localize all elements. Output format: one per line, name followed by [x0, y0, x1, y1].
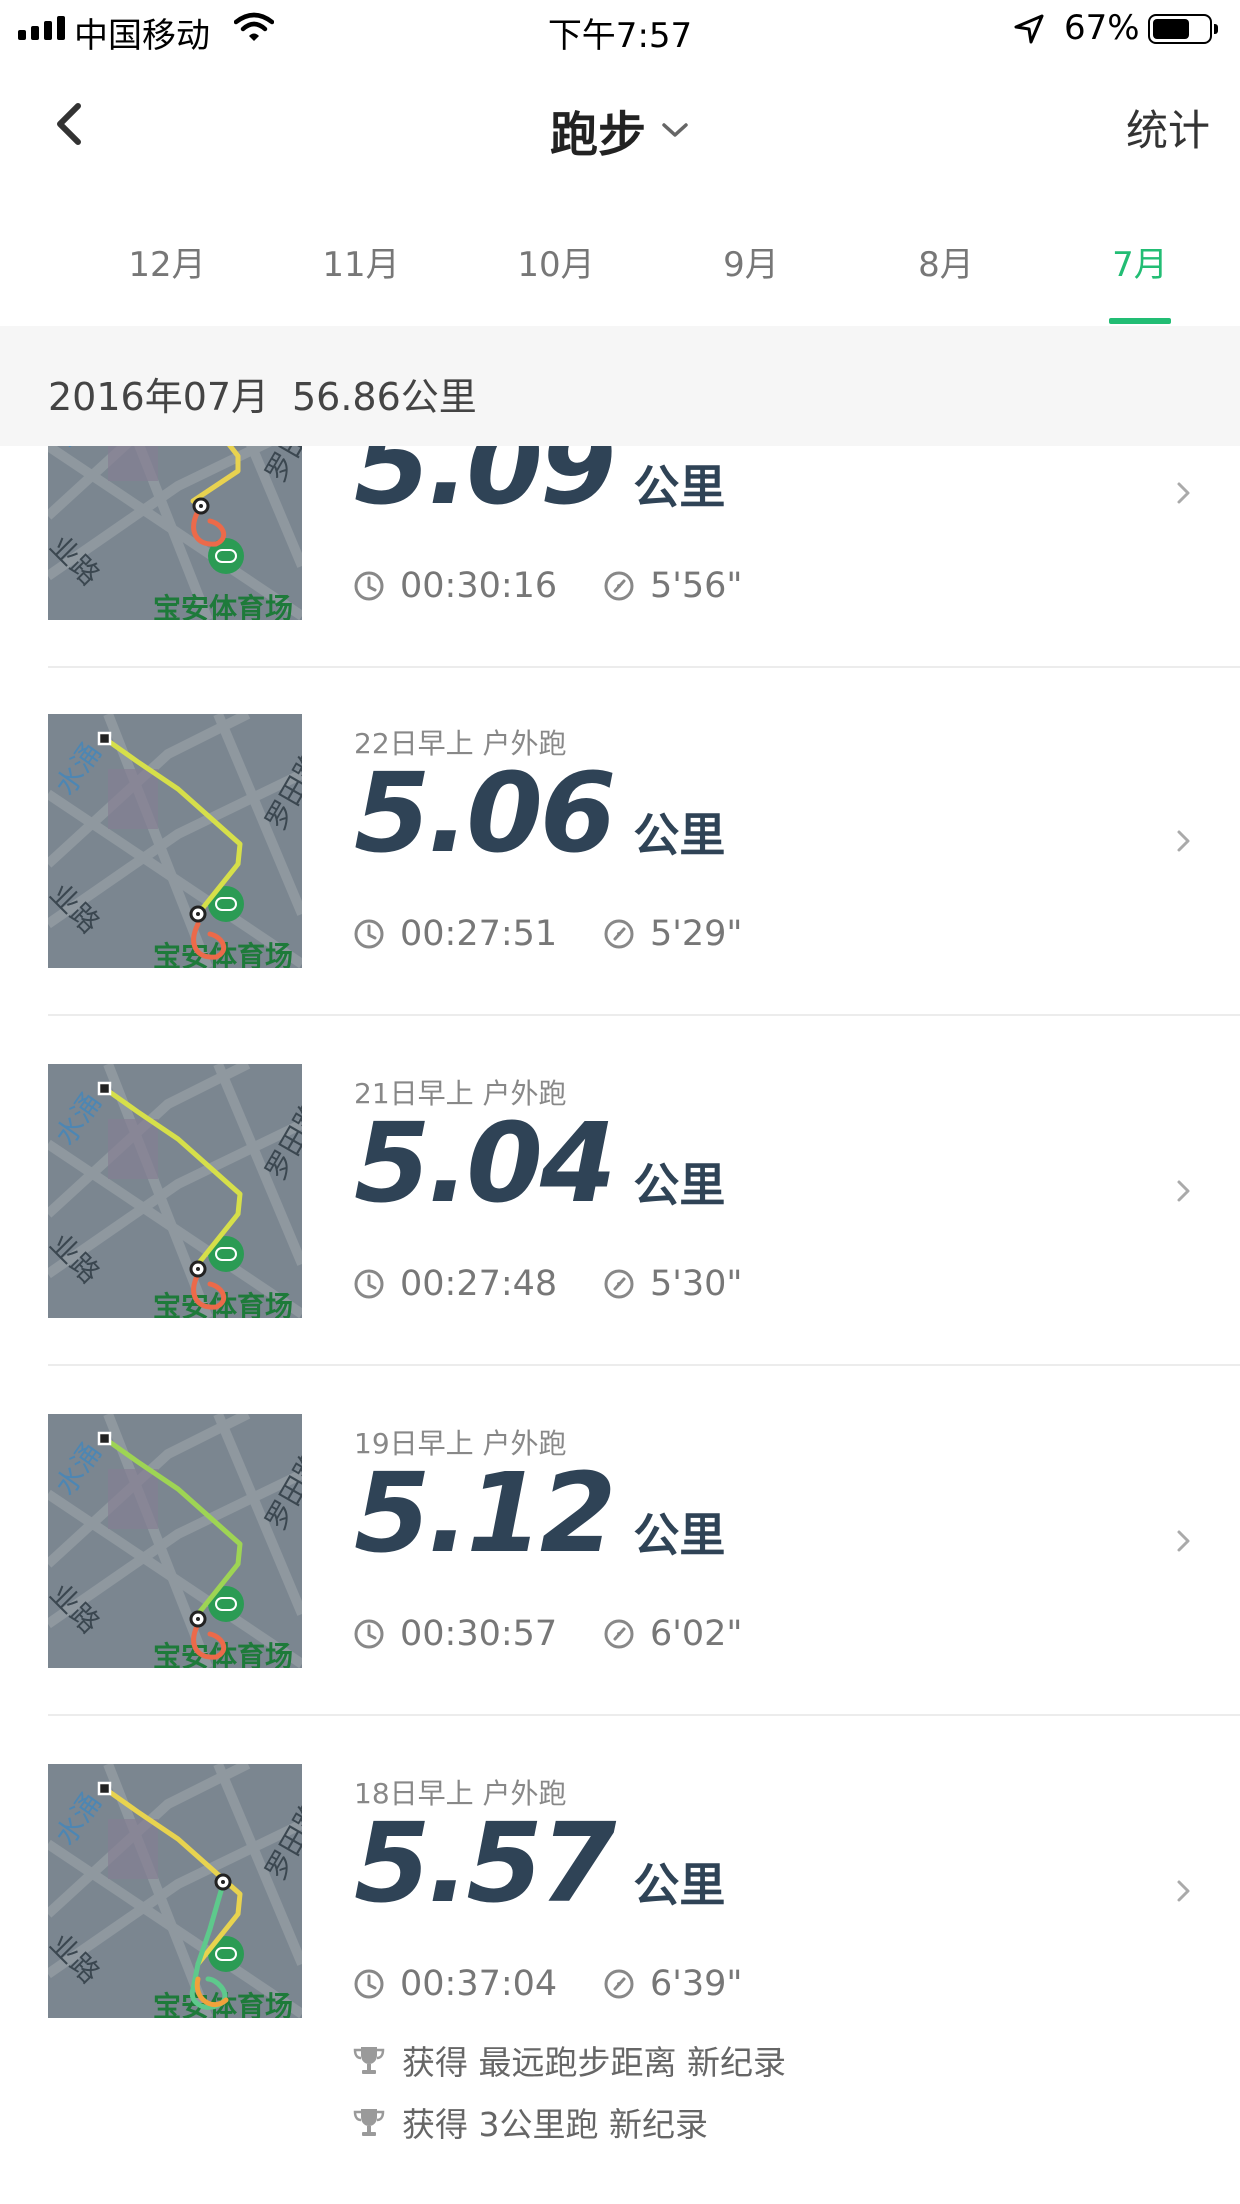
distance-value: 5.04	[354, 1099, 616, 1227]
pace-value: 6'39"	[650, 1964, 743, 2004]
tab-month-1[interactable]: 11月	[301, 237, 421, 286]
achievement-text: 获得 最远跑步距离 新纪录	[402, 2043, 786, 2082]
chevron-right-icon	[1177, 830, 1190, 852]
month-summary: 2016年07月 56.86公里	[0, 326, 1240, 446]
battery-percent: 67%	[1064, 8, 1140, 48]
route-map: 水涌罗田路业路宝安体育场	[48, 1414, 302, 1668]
activity-item[interactable]: 水涌 罗田路 业路 宝安体育场 21日早上 户外跑 5.04 公里 00:27:48 5'30"	[0, 1016, 1240, 1366]
activity-stats: 00:37:04 6'39"	[352, 1964, 743, 2004]
distance-unit: 公里	[633, 1508, 726, 1562]
route-map-thumbnail: 水涌罗田路业路宝安体育场	[48, 1064, 302, 1318]
pace-gauge-icon	[604, 1269, 634, 1299]
route-map-thumbnail: 水涌罗田路业路宝安体育场	[48, 714, 302, 968]
summary-month: 2016年07月	[48, 375, 270, 419]
distance-unit: 公里	[633, 1158, 726, 1212]
chevron-right-icon	[1177, 1180, 1190, 1202]
trophy-icon	[353, 2109, 385, 2136]
duration-value: 00:30:16	[400, 566, 558, 606]
svg-text:宝安体育场: 宝安体育场	[153, 592, 293, 620]
clock-icon	[354, 1969, 384, 1999]
duration-value: 00:37:04	[400, 1964, 558, 2004]
clock-icon	[354, 571, 384, 601]
activity-distance: 5.06 公里	[354, 758, 725, 868]
tab-month-5[interactable]: 7月	[1080, 237, 1200, 286]
pace-value: 5'30"	[650, 1264, 743, 1304]
tab-month-3[interactable]: 9月	[691, 237, 811, 286]
active-tab-indicator	[1109, 318, 1171, 324]
location-arrow-icon	[1012, 12, 1046, 50]
pace-value: 5'29"	[650, 914, 743, 954]
achievement-record: 获得 3公里跑 新纪录	[352, 2098, 708, 2146]
achievement-text: 获得 3公里跑 新纪录	[402, 2105, 708, 2144]
distance-value: 5.57	[354, 1799, 616, 1927]
activity-list: 水涌罗田路业路宝安体育场5.09公里00:30:165'56"水涌罗田路业路宝安…	[0, 446, 1240, 2204]
distance-unit: 公里	[633, 1858, 726, 1912]
tab-month-4[interactable]: 8月	[886, 237, 1006, 286]
activity-stats: 00:27:48 5'30"	[352, 1264, 743, 1304]
page-title: 跑步	[549, 107, 646, 163]
activity-item[interactable]: 水涌 罗田路 业路 宝安体育场 18日早上 户外跑 5.57 公里 00:37:04 6'39"…	[0, 1716, 1240, 2204]
chevron-down-icon	[662, 123, 688, 137]
duration-value: 00:27:48	[400, 1264, 558, 1304]
tab-month-0[interactable]: 12月	[107, 237, 227, 286]
chevron-right-icon	[1177, 482, 1190, 504]
route-map: 水涌罗田路业路宝安体育场	[48, 446, 302, 620]
activity-distance: 5.12 公里	[354, 1458, 725, 1568]
route-map-thumbnail: 水涌罗田路业路宝安体育场	[48, 1764, 302, 2018]
activity-distance: 5.09 公里	[354, 446, 725, 520]
tab-month-2[interactable]: 10月	[496, 237, 616, 286]
pace-gauge-icon	[604, 571, 634, 601]
distance-value: 5.06	[354, 749, 616, 877]
pace-value: 5'56"	[650, 566, 743, 606]
status-time: 下午7:57	[547, 16, 693, 56]
route-map: 水涌罗田路业路宝安体育场	[48, 714, 302, 968]
sport-type-dropdown[interactable]: 跑步	[0, 95, 1240, 165]
chevron-right-icon	[1177, 1880, 1190, 1902]
activity-stats: 00:30:57 6'02"	[352, 1614, 743, 1654]
clock-icon	[354, 1269, 384, 1299]
activity-item[interactable]: 水涌罗田路业路宝安体育场5.09公里00:30:165'56"	[0, 446, 1240, 668]
chevron-right-icon	[1177, 1530, 1190, 1552]
pace-gauge-icon	[604, 919, 634, 949]
distance-value: 5.09	[354, 446, 616, 529]
trophy-icon	[353, 2047, 385, 2074]
achievement-record: 获得 最远跑步距离 新纪录	[352, 2036, 786, 2084]
distance-unit: 公里	[633, 460, 726, 514]
pace-gauge-icon	[604, 1619, 634, 1649]
route-map-thumbnail: 水涌罗田路业路宝安体育场	[48, 446, 302, 620]
distance-value: 5.12	[354, 1449, 616, 1577]
battery-icon	[1148, 14, 1218, 44]
distance-unit: 公里	[633, 808, 726, 862]
pace-gauge-icon	[604, 1969, 634, 1999]
route-map: 水涌罗田路业路宝安体育场	[48, 1064, 302, 1318]
activity-stats: 00:30:16 5'56"	[352, 566, 743, 606]
activity-distance: 5.04 公里	[354, 1108, 725, 1218]
route-map-thumbnail: 水涌罗田路业路宝安体育场	[48, 1414, 302, 1668]
activity-distance: 5.57 公里	[354, 1808, 725, 1918]
activity-item[interactable]: 水涌 罗田路 业路 宝安体育场 19日早上 户外跑 5.12 公里 00:30:57 6'02"	[0, 1366, 1240, 1716]
duration-value: 00:27:51	[400, 914, 558, 954]
route-map: 水涌罗田路业路宝安体育场	[48, 1764, 302, 2018]
clock-icon	[354, 1619, 384, 1649]
activity-stats: 00:27:51 5'29"	[352, 914, 743, 954]
stats-button[interactable]: 统计	[1126, 97, 1210, 158]
status-bar: 中国移动 下午7:57 67%	[0, 0, 1240, 60]
duration-value: 00:30:57	[400, 1614, 558, 1654]
summary-total-distance: 56.86公里	[292, 375, 477, 419]
clock-icon	[354, 919, 384, 949]
pace-value: 6'02"	[650, 1614, 743, 1654]
activity-item[interactable]: 水涌 罗田路 业路 宝安体育场 22日早上 户外跑 5.06 公里 00:27:51 5'29"	[0, 666, 1240, 1016]
month-tabs: 12月 11月 10月 9月 8月 7月	[0, 222, 1240, 326]
